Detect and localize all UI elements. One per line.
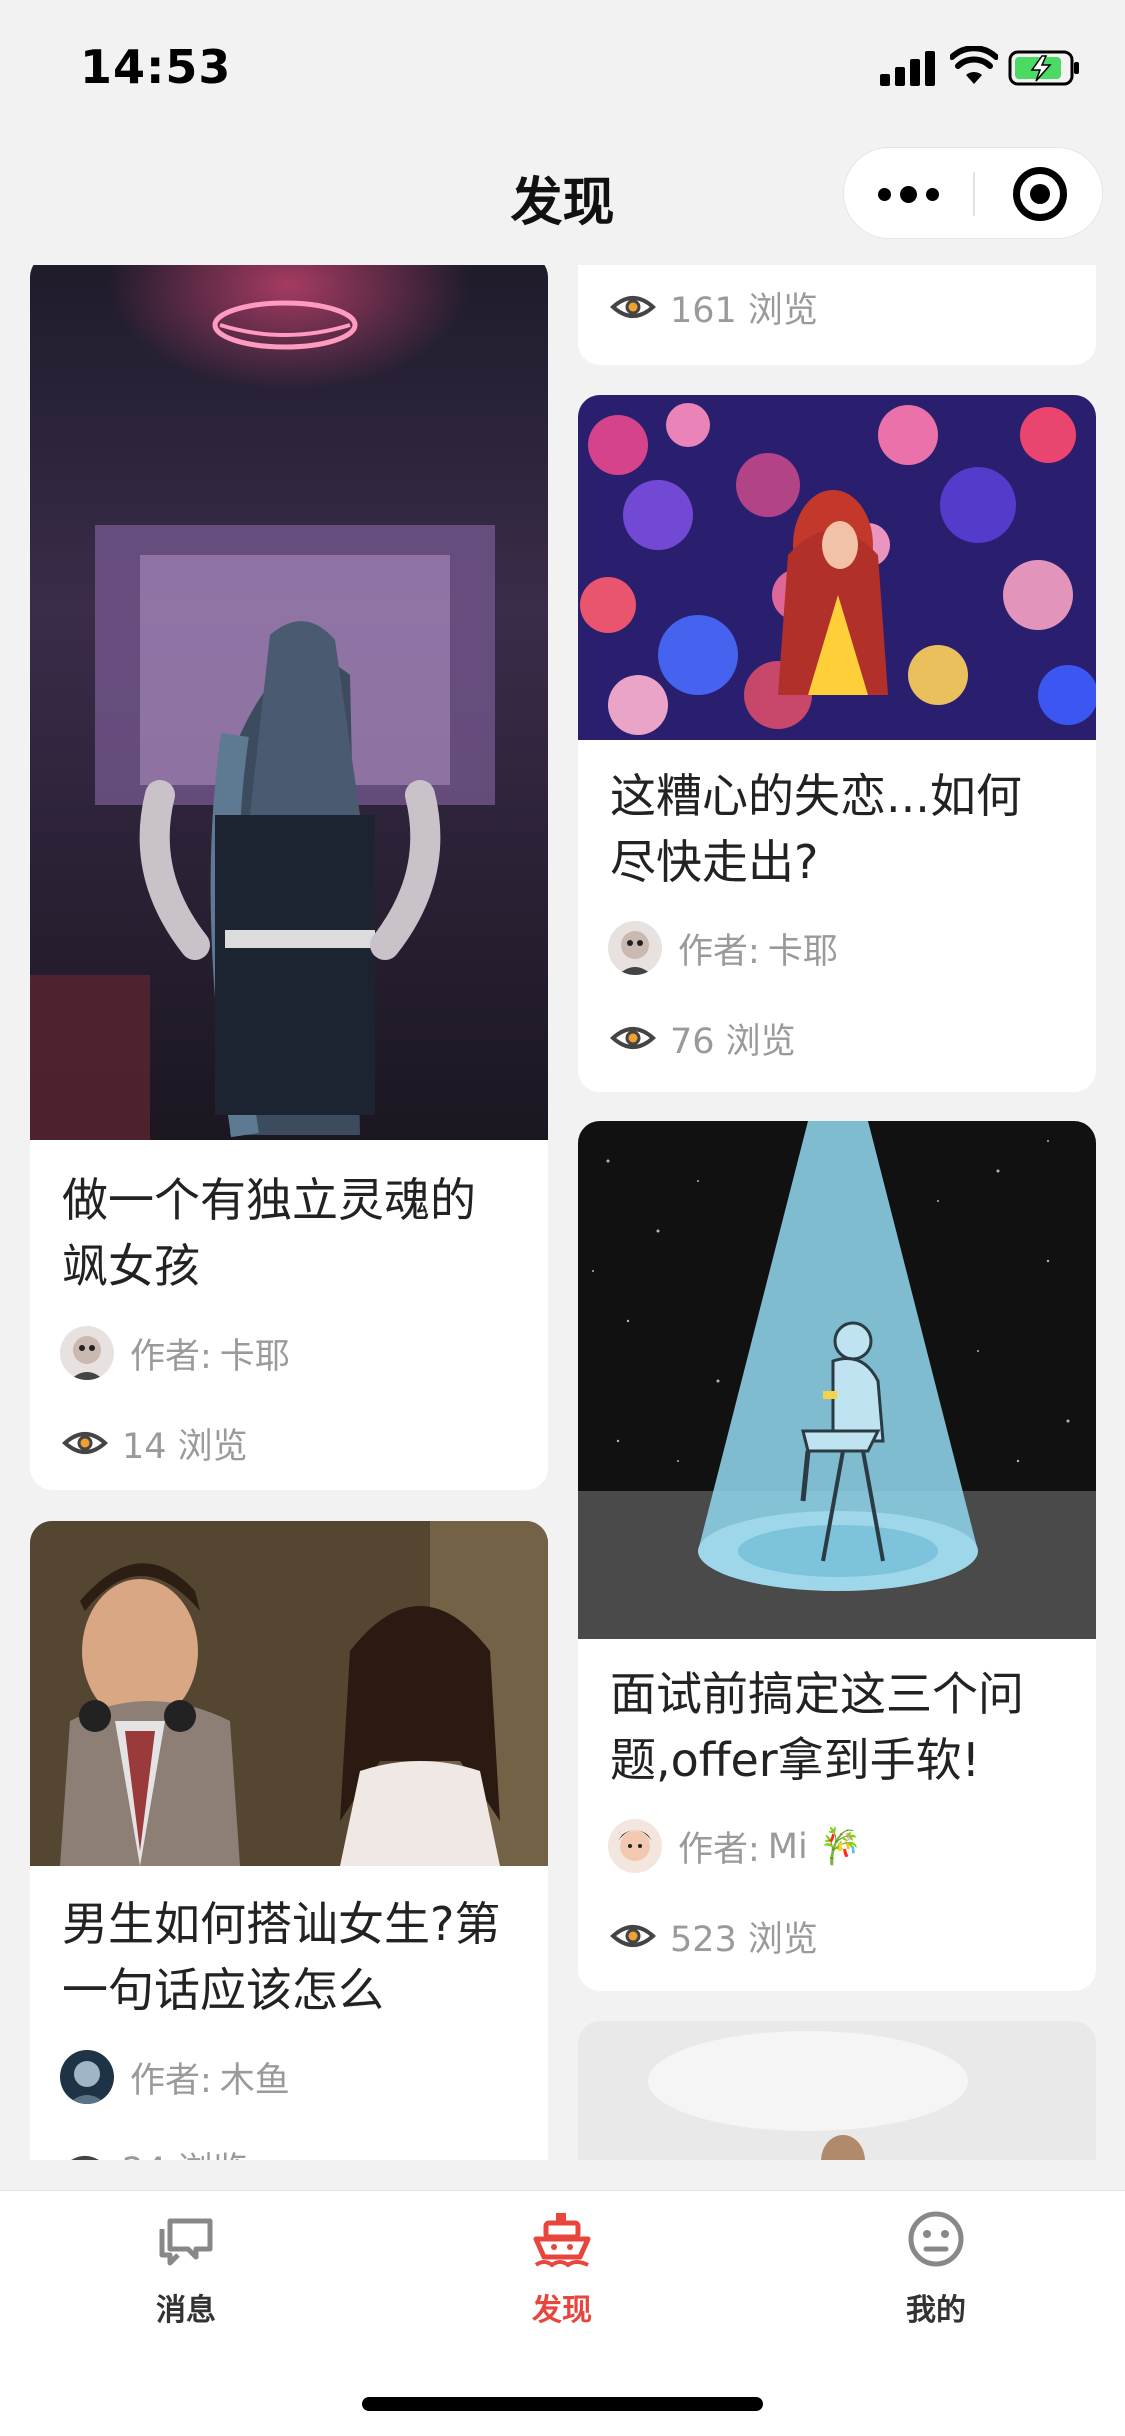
article-cover-image <box>578 395 1096 740</box>
article-author: 作者: 卡耶 <box>60 1325 290 1381</box>
author-name: 木鱼 <box>219 2060 290 2101</box>
tab-mine[interactable]: 我的 <box>836 2209 1036 2329</box>
eye-icon <box>610 1027 656 1049</box>
article-card[interactable]: 这糟心的失恋...如何尽快走出? 作者: 卡耶 76 浏览 <box>578 395 1096 1092</box>
article-card[interactable]: 面试前搞定这三个问题,offer拿到手软! 作者: Mi 🎋 523 浏览 <box>578 1121 1096 1991</box>
view-count: 523 浏览 <box>610 1913 818 1960</box>
battery-charging-icon <box>1008 50 1079 86</box>
view-count: 14 浏览 <box>62 1420 248 1467</box>
tab-bar: 消息 发现 我的 <box>0 2190 1125 2436</box>
eye-icon <box>610 1925 656 1947</box>
target-icon[interactable] <box>975 148 1104 240</box>
article-author: 作者: 木鱼 <box>60 2049 290 2105</box>
author-label: 作者: <box>130 2060 212 2101</box>
author-name: 卡耶 <box>219 1336 290 1377</box>
article-card[interactable]: 男生如何搭讪女生?第一句话应该怎么 作者: 木鱼 24 浏览 <box>30 1521 548 2160</box>
author-avatar <box>60 2050 114 2104</box>
tab-label: 我的 <box>906 2293 966 2328</box>
home-indicator <box>362 2397 763 2411</box>
mini-program-capsule <box>843 147 1103 239</box>
article-card[interactable]: 161 浏览 <box>578 265 1096 365</box>
article-author: 作者: 卡耶 <box>608 920 838 976</box>
article-cover-image <box>30 265 548 1140</box>
eye-icon <box>71 2156 99 2160</box>
eye-icon <box>610 296 656 318</box>
view-count-text: 523 浏览 <box>670 1919 818 1960</box>
tab-messages[interactable]: 消息 <box>86 2209 286 2329</box>
wifi-icon <box>950 46 998 84</box>
article-cover-image <box>30 1521 548 1866</box>
view-count-text: 14 浏览 <box>122 1426 248 1467</box>
view-count-text: 24 浏览 <box>122 2142 248 2161</box>
view-count-text: 161 浏览 <box>670 290 818 331</box>
tab-discover[interactable]: 发现 <box>462 2209 662 2329</box>
article-title: 这糟心的失恋...如何尽快走出? <box>610 769 1022 889</box>
face-icon <box>908 2211 964 2267</box>
author-avatar <box>608 1819 662 1873</box>
discover-feed[interactable]: 做一个有独立灵魂的飒女孩 作者: 卡耶 14 浏览 男生如何搭讪女生?第一句话应… <box>0 265 1125 2160</box>
author-avatar <box>60 1326 114 1380</box>
view-count: 24 浏览 <box>62 2144 248 2160</box>
message-icon <box>159 2218 213 2266</box>
author-name: Mi 🎋 <box>767 1826 863 1867</box>
author-label: 作者: <box>130 1336 212 1377</box>
view-count: 161 浏览 <box>610 284 818 331</box>
author-label: 作者: <box>678 931 760 972</box>
article-author: 作者: Mi 🎋 <box>608 1818 862 1874</box>
view-count-text: 76 浏览 <box>670 1021 796 1062</box>
article-cover-image <box>578 2021 1096 2160</box>
view-count: 76 浏览 <box>610 1015 796 1062</box>
more-dots-icon[interactable] <box>844 148 973 240</box>
author-name: 卡耶 <box>767 931 838 972</box>
signal-icon <box>880 50 936 86</box>
ship-icon <box>533 2213 591 2268</box>
article-card[interactable] <box>578 2021 1096 2160</box>
author-avatar <box>608 921 662 975</box>
tab-label: 消息 <box>156 2293 216 2328</box>
article-title: 男生如何搭讪女生?第一句话应该怎么 <box>62 1897 501 2017</box>
article-cover-image <box>578 1121 1096 1639</box>
status-time: 14:53 <box>80 40 232 94</box>
article-card[interactable]: 做一个有独立灵魂的飒女孩 作者: 卡耶 14 浏览 <box>30 265 548 1490</box>
article-title: 面试前搞定这三个问题,offer拿到手软! <box>610 1667 1024 1787</box>
article-title: 做一个有独立灵魂的飒女孩 <box>62 1173 476 1293</box>
eye-icon <box>62 1432 108 1454</box>
tab-label: 发现 <box>532 2293 592 2328</box>
author-label: 作者: <box>678 1829 760 1870</box>
status-bar: 14:53 <box>0 0 1125 140</box>
